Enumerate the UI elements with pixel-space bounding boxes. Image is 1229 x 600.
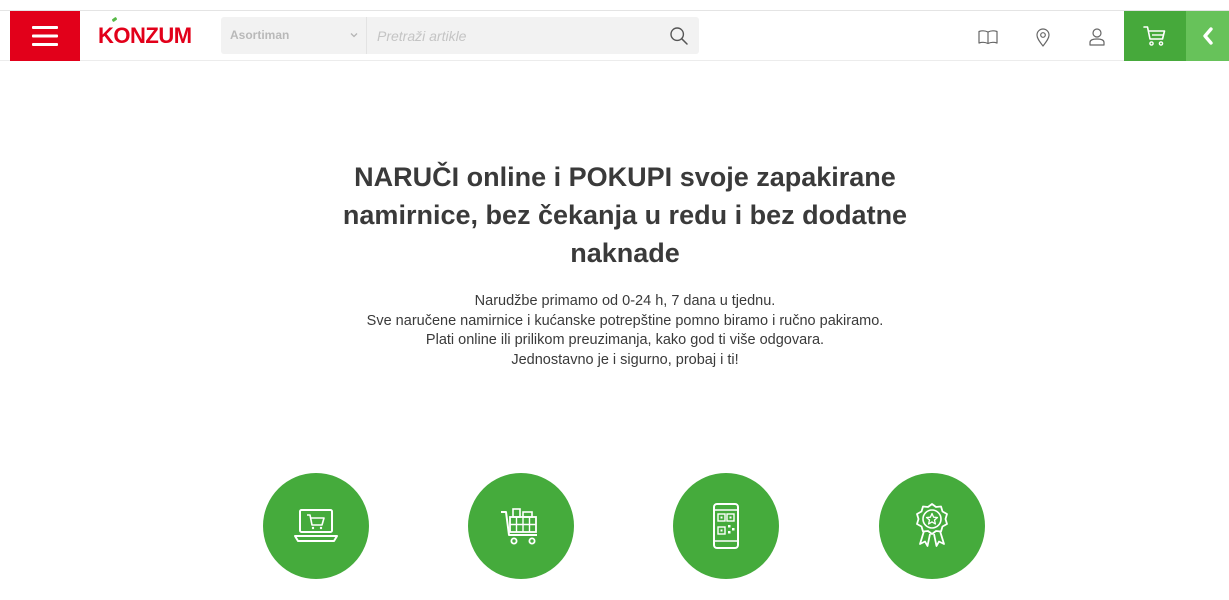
hero-description: Narudžbe primamo od 0-24 h, 7 dana u tje… xyxy=(340,292,910,370)
hero-line-packing: Sve naručene namirnice i kućanske potrep… xyxy=(366,312,884,329)
collapse-cart-button[interactable] xyxy=(1186,11,1229,61)
chevron-down-icon xyxy=(350,33,358,38)
hero-line-cta: Jednostavno je i sigurno, probaj i ti! xyxy=(511,351,739,368)
hero-title: NARUČI online i POKUPI svoje zapakirane … xyxy=(342,162,908,268)
cart-button[interactable] xyxy=(1124,11,1186,61)
logo-text: KONZUM xyxy=(98,23,192,48)
shopping-cart-icon xyxy=(1143,26,1166,46)
category-dropdown[interactable]: Asortiman xyxy=(221,17,367,54)
catalog-book-icon[interactable] xyxy=(977,26,999,48)
category-dropdown-label: Asortiman xyxy=(230,28,290,42)
hero-line-hours: Narudžbe primamo od 0-24 h, 7 dana u tje… xyxy=(474,293,776,309)
laptop-cart-icon xyxy=(294,509,338,542)
phone-qr-code-icon xyxy=(713,503,739,549)
menu-button[interactable] xyxy=(10,11,80,61)
konzum-logo[interactable]: KONZUM xyxy=(98,16,192,49)
chevron-left-icon xyxy=(1202,27,1213,45)
feature-packing xyxy=(468,473,574,579)
top-header: KONZUM Asortiman xyxy=(0,10,1229,61)
feature-quality xyxy=(879,473,985,579)
hamburger-menu-icon xyxy=(32,26,58,46)
search-input[interactable] xyxy=(367,17,657,54)
shopping-cart-basket-icon xyxy=(501,508,537,545)
location-pin-icon[interactable] xyxy=(1032,26,1054,48)
quality-award-badge-icon xyxy=(916,503,948,547)
search-bar: Asortiman xyxy=(221,17,699,54)
logo-accent-mark xyxy=(111,16,118,23)
user-account-icon[interactable] xyxy=(1086,26,1108,48)
search-icon[interactable] xyxy=(669,26,689,46)
feature-payment xyxy=(673,473,779,579)
hero-line-payment: Plati online ili prilikom preuzimanja, k… xyxy=(425,332,825,348)
feature-online-order xyxy=(263,473,369,579)
